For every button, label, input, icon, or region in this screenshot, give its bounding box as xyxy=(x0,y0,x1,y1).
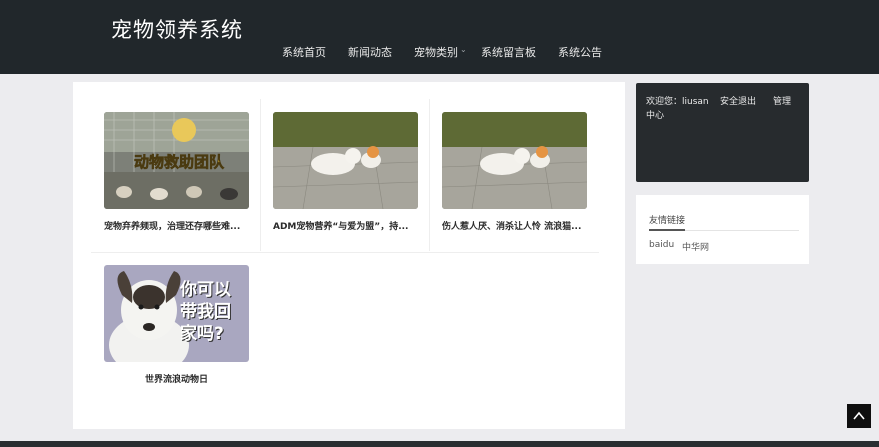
card-title[interactable]: 宠物弃养频现，治理还存哪些难... xyxy=(104,219,249,232)
card-title[interactable]: 伤人惹人厌、消杀让人怜 流浪猫... xyxy=(442,219,588,232)
user-panel: 欢迎您：liusan 安全退出 管理 中心 xyxy=(636,83,809,182)
top-navbar: 宠物领养系统 系统首页 新闻动态 宠物类别 ⌄ 系统留言板 系统公告 xyxy=(0,0,879,74)
news-card[interactable]: 动物救助团队 宠物弃养频现，治理还存哪些难... xyxy=(91,99,259,251)
card-title[interactable]: 世界流浪动物日 xyxy=(104,372,249,385)
image-overlay-text: 你可以带我回家吗? xyxy=(180,280,231,344)
content-panel: 动物救助团队 宠物弃养频现，治理还存哪些难... ADM宠物营养“与爱为盟”，持… xyxy=(73,82,625,429)
news-card[interactable]: ADM宠物营养“与爱为盟”，持... xyxy=(261,99,429,251)
kittens-image[interactable] xyxy=(442,112,587,209)
nav-news[interactable]: 新闻动态 xyxy=(348,44,392,60)
admin-center-link-cont[interactable]: 中心 xyxy=(646,108,664,121)
friendly-links-panel: 友情链接 baidu 中华网 xyxy=(636,195,809,264)
card-title[interactable]: ADM宠物营养“与爱为盟”，持... xyxy=(273,219,419,232)
news-card[interactable]: 你可以带我回家吗? 世界流浪动物日 xyxy=(91,253,259,405)
nav-message-board[interactable]: 系统留言板 xyxy=(481,44,536,60)
kittens-image[interactable] xyxy=(273,112,418,209)
nav-home[interactable]: 系统首页 xyxy=(282,44,326,60)
heading-underline xyxy=(649,229,685,231)
nav-pet-category[interactable]: 宠物类别 xyxy=(414,44,458,60)
chevron-up-icon xyxy=(853,411,865,420)
site-title[interactable]: 宠物领养系统 xyxy=(111,14,243,44)
logout-link[interactable]: 安全退出 xyxy=(720,94,756,107)
welcome-text: 欢迎您：liusan xyxy=(646,97,709,107)
news-card[interactable]: 伤人惹人厌、消杀让人怜 流浪猫... xyxy=(430,99,598,251)
footer-bar xyxy=(0,441,879,447)
image-overlay-text: 动物救助团队 xyxy=(134,153,225,171)
link-chinanet[interactable]: 中华网 xyxy=(682,240,709,253)
links-heading: 友情链接 xyxy=(649,216,686,226)
rescue-team-image[interactable]: 动物救助团队 xyxy=(104,112,249,209)
admin-center-link[interactable]: 管理 xyxy=(773,94,791,107)
link-baidu[interactable]: baidu xyxy=(649,240,674,250)
dog-image[interactable]: 你可以带我回家吗? xyxy=(104,265,249,362)
nav-announcements[interactable]: 系统公告 xyxy=(558,44,602,60)
back-to-top-button[interactable] xyxy=(847,404,871,428)
chevron-down-icon[interactable]: ⌄ xyxy=(460,45,467,54)
